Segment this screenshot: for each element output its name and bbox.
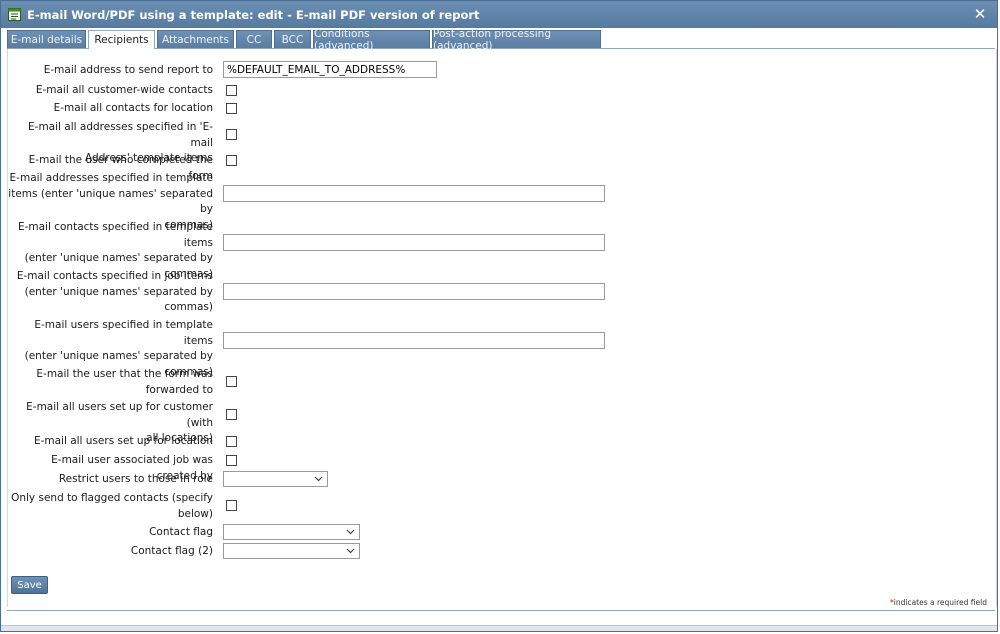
template-address-items-checkbox[interactable]: [226, 129, 237, 140]
label-line: E-mail all addresses specified in 'E-mai…: [28, 121, 213, 149]
contact-flag-select[interactable]: [223, 524, 360, 540]
contacts-job-items-input[interactable]: [223, 283, 605, 300]
flagged-contacts-checkbox[interactable]: [226, 500, 237, 511]
customer-wide-checkbox[interactable]: [226, 85, 237, 96]
required-text: indicates a required field: [893, 598, 987, 607]
customer-wide-label: E-mail all customer-wide contacts: [35, 84, 213, 96]
label-line: items (enter 'unique names' separated by: [8, 187, 213, 216]
save-button[interactable]: Save: [11, 576, 48, 594]
tab-cc[interactable]: CC: [236, 30, 272, 48]
contact-flag-label: Contact flag: [149, 526, 213, 538]
label-line: E-mail addresses specified in template: [9, 172, 213, 184]
contacts-job-items-label: E-mail contacts specified in job items (…: [17, 269, 213, 316]
form-window-icon: [7, 8, 21, 22]
email-address-label: E-mail address to send report to: [43, 64, 213, 76]
label-line: (enter 'unique names' separated by: [24, 252, 213, 264]
label-line: (enter 'unique names' separated by: [24, 350, 213, 362]
label-line: commas): [164, 301, 213, 313]
label-line: E-mail all users set up for customer (wi…: [26, 401, 213, 429]
close-icon[interactable]: ✕: [972, 5, 988, 23]
contact-flag-2-label: Contact flag (2): [130, 545, 213, 557]
users-location-checkbox[interactable]: [226, 436, 237, 447]
contacts-template-items-input[interactable]: [223, 234, 605, 251]
label-line: Only send to flagged contacts (specify: [11, 492, 213, 504]
label-line: E-mail contacts specified in template it…: [17, 221, 213, 249]
users-location-label: E-mail all users set up for location: [33, 435, 213, 447]
users-template-items-input[interactable]: [223, 332, 605, 349]
label-line: (enter 'unique names' separated by: [24, 285, 213, 298]
contact-flag-2-select[interactable]: [223, 543, 360, 559]
addresses-template-items-input[interactable]: [223, 185, 605, 202]
label-line: below): [177, 507, 213, 520]
user-forwarded-label: E-mail the user that the form was forwar…: [36, 367, 213, 398]
chevron-down-icon: [346, 529, 355, 535]
tab-attachments[interactable]: Attachments: [157, 30, 234, 48]
title-bar[interactable]: E-mail Word/PDF using a template: edit -…: [1, 1, 997, 28]
tab-conditions[interactable]: Conditions (advanced): [313, 28, 430, 52]
tab-recipients[interactable]: Recipients: [88, 30, 155, 49]
chevron-down-icon: [346, 548, 355, 554]
footer-divider: [7, 610, 995, 611]
window-title: E-mail Word/PDF using a template: edit -…: [27, 7, 480, 22]
location-contacts-checkbox[interactable]: [226, 103, 237, 114]
label-line: E-mail the user that the form was: [36, 368, 213, 380]
flagged-contacts-label: Only send to flagged contacts (specify b…: [11, 491, 213, 522]
restrict-role-select[interactable]: [223, 471, 328, 487]
users-customer-checkbox[interactable]: [226, 409, 237, 420]
required-field-note: *indicates a required field: [890, 598, 987, 607]
tab-email-details[interactable]: E-mail details: [7, 30, 86, 48]
tab-post-action[interactable]: Post-action processing (advanced): [432, 28, 601, 52]
dialog-window: E-mail Word/PDF using a template: edit -…: [0, 0, 998, 632]
restrict-role-label: Restrict users to those in role: [58, 473, 213, 485]
recipients-panel: E-mail address to send report to E-mail …: [7, 49, 997, 607]
label-line: forwarded to: [145, 383, 213, 396]
user-completed-checkbox[interactable]: [226, 155, 237, 166]
status-bar: [1, 625, 997, 631]
tab-bcc[interactable]: BCC: [274, 30, 311, 48]
user-job-created-checkbox[interactable]: [226, 455, 237, 466]
user-forwarded-checkbox[interactable]: [226, 376, 237, 387]
label-line: E-mail contacts specified in job items: [16, 270, 213, 282]
location-contacts-label: E-mail all contacts for location: [53, 102, 213, 114]
email-address-input[interactable]: [223, 61, 437, 78]
chevron-down-icon: [314, 476, 323, 482]
tab-bar: E-mail details Recipients Attachments CC…: [7, 28, 995, 52]
label-line: E-mail users specified in template items: [34, 319, 213, 347]
